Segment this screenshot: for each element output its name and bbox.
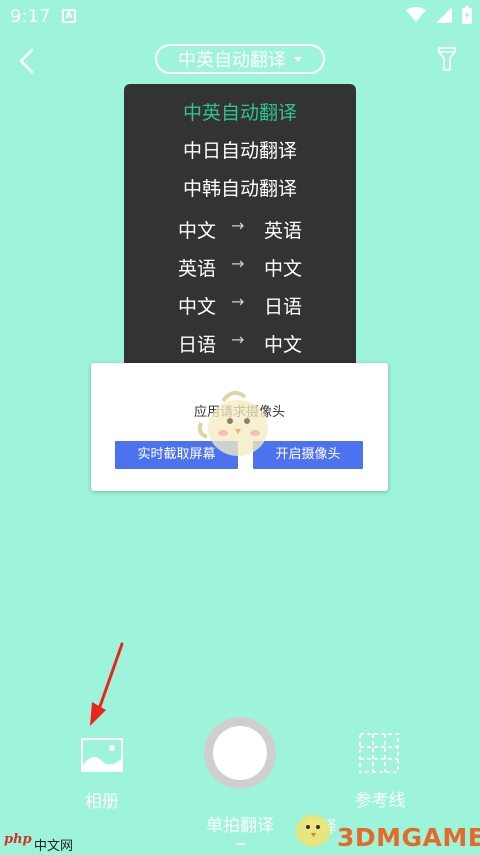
annotation-arrow-icon xyxy=(90,642,124,726)
flashlight-icon[interactable] xyxy=(436,46,458,72)
arrow-icon: → xyxy=(231,330,245,349)
back-arrow-icon[interactable] xyxy=(12,44,42,76)
notification-badge: A xyxy=(62,9,76,23)
mode-menu: 中英自动翻译 中日自动翻译 中韩自动翻译 中文 → 英语 英语 → 中文 中文 … xyxy=(124,84,356,368)
shutter-button[interactable] xyxy=(204,717,276,789)
menu-item-zh-ko-auto[interactable]: 中韩自动翻译 xyxy=(124,170,356,208)
mode-selector-label: 中英自动翻译 xyxy=(178,50,286,71)
grid-guide-icon[interactable] xyxy=(358,732,400,774)
signal-icon xyxy=(436,7,452,23)
active-indicator xyxy=(236,843,245,845)
mascot-small-icon xyxy=(296,815,330,847)
arrow-icon: → xyxy=(231,216,245,235)
album-icon[interactable] xyxy=(78,735,126,775)
shutter-inner xyxy=(213,726,267,780)
menu-item-from: 中文 xyxy=(178,220,217,242)
menu-item-en-to-zh[interactable]: 英语 → 中文 xyxy=(124,246,356,284)
menu-item-zh-en-auto[interactable]: 中英自动翻译 xyxy=(124,94,356,132)
menu-item-zh-ja-auto[interactable]: 中日自动翻译 xyxy=(124,132,356,170)
status-icons xyxy=(406,6,472,24)
mode-selector[interactable]: 中英自动翻译 xyxy=(155,44,325,74)
menu-item-to: 英语 xyxy=(264,220,303,242)
menu-item-ja-to-zh[interactable]: 日语 → 中文 xyxy=(124,322,356,360)
caret-down-icon xyxy=(294,56,302,62)
game-site-watermark: 3DMGAME xyxy=(337,823,480,852)
menu-item-to: 日语 xyxy=(264,296,303,318)
battery-icon xyxy=(462,6,472,24)
arrow-icon: → xyxy=(231,254,245,273)
top-bar: 中英自动翻译 xyxy=(0,40,480,80)
php-logo-watermark: php xyxy=(4,832,32,847)
status-bar: 9:17 A xyxy=(0,0,480,34)
album-label: 相册 xyxy=(85,792,119,812)
arrow-icon: → xyxy=(231,292,245,311)
guide-label: 参考线 xyxy=(354,791,406,811)
wifi-icon xyxy=(406,7,426,22)
menu-item-zh-to-ja[interactable]: 中文 → 日语 xyxy=(124,284,356,322)
status-time: 9:17 xyxy=(10,6,51,27)
menu-item-zh-to-en[interactable]: 中文 → 英语 xyxy=(124,208,356,246)
mascot-watermark-icon xyxy=(197,390,268,456)
php-site-watermark: 中文网 xyxy=(34,839,74,854)
menu-item-from: 英语 xyxy=(178,258,217,280)
menu-item-from: 日语 xyxy=(178,334,217,356)
menu-item-to: 中文 xyxy=(264,258,303,280)
menu-item-to: 中文 xyxy=(264,334,303,356)
single-shot-label[interactable]: 单拍翻译 xyxy=(190,811,290,836)
menu-item-from: 中文 xyxy=(178,296,217,318)
